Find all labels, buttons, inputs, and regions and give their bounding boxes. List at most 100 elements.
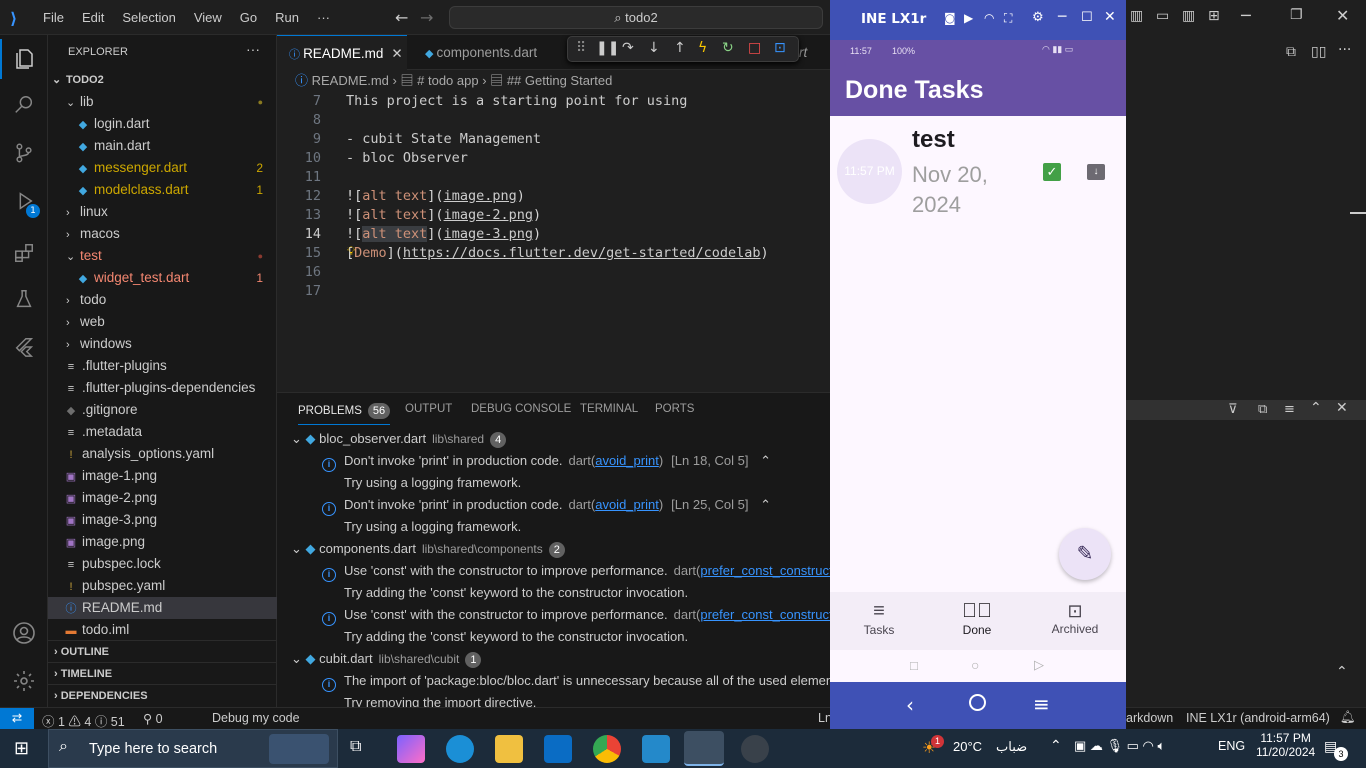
hot-reload-icon[interactable]: ϟ bbox=[698, 40, 707, 56]
problem-row[interactable]: i Use 'const' with the constructor to imp… bbox=[277, 604, 830, 626]
tree-item[interactable]: ≡ .flutter-plugins bbox=[48, 355, 277, 377]
menu-edit[interactable]: Edit bbox=[73, 10, 113, 25]
close-window-icon[interactable]: ✕ bbox=[1336, 6, 1349, 25]
explorer-icon[interactable] bbox=[0, 39, 48, 79]
headset-icon[interactable]: ◠ bbox=[984, 11, 994, 25]
weather-text[interactable]: ضباب bbox=[996, 739, 1027, 755]
tree-item[interactable]: › windows bbox=[48, 333, 277, 355]
settings-gear-icon[interactable]: ⚙ bbox=[1032, 10, 1044, 25]
tree-item[interactable]: › todo bbox=[48, 289, 277, 311]
customize-layout-icon[interactable]: ⊞ bbox=[1208, 8, 1220, 24]
ports-status[interactable]: ⚲ 0 bbox=[143, 711, 163, 726]
chevron-up-icon[interactable]: ⌃ bbox=[757, 453, 771, 468]
edit-fab[interactable]: ✎ bbox=[1059, 528, 1111, 580]
account-icon[interactable] bbox=[0, 613, 48, 653]
close-panel-icon[interactable]: ✕ bbox=[1336, 400, 1348, 416]
section-outline[interactable]: › OUTLINE bbox=[48, 640, 277, 662]
menu-more[interactable]: ··· bbox=[308, 10, 339, 25]
tab-debug-console[interactable]: DEBUG CONSOLE bbox=[471, 403, 571, 415]
app-icon[interactable] bbox=[741, 735, 769, 763]
code-editor[interactable]: 7 This project is a starting point for us… bbox=[277, 92, 830, 392]
problem-group[interactable]: ⌄ ◆ cubit.dart lib\shared\cubit 1 bbox=[277, 648, 830, 670]
code-line[interactable]: [Demo](https://docs.flutter.dev/get-star… bbox=[346, 244, 769, 263]
inspect-icon[interactable]: ⊡ bbox=[774, 40, 786, 56]
tree-item[interactable]: ◆ .gitignore bbox=[48, 399, 277, 421]
tree-item[interactable]: ! analysis_options.yaml bbox=[48, 443, 277, 465]
tab-ports[interactable]: PORTS bbox=[655, 403, 694, 415]
check-done-icon[interactable]: ✓ bbox=[1043, 163, 1061, 181]
command-center-search[interactable]: ⌕ todo2 bbox=[449, 6, 823, 29]
weather-temp[interactable]: 20°C bbox=[953, 739, 982, 754]
step-over-icon[interactable]: ↷ bbox=[622, 40, 634, 56]
tab-problems[interactable]: PROBLEMS 56 bbox=[298, 403, 391, 425]
problem-row[interactable]: i Don't invoke 'print' in production code… bbox=[277, 494, 830, 516]
tree-item[interactable]: › web bbox=[48, 311, 277, 333]
stop-icon[interactable]: □ bbox=[748, 40, 761, 56]
tab-output[interactable]: OUTPUT bbox=[405, 403, 452, 415]
fullscreen-icon[interactable]: ⛶ bbox=[1004, 11, 1012, 26]
section-dependencies[interactable]: › DEPENDENCIES bbox=[48, 684, 277, 706]
tab-readme[interactable]: ⓘ README.md ✕ bbox=[277, 35, 407, 70]
code-line[interactable]: ![alt text](image.png) bbox=[346, 187, 525, 206]
home-circle-icon[interactable] bbox=[969, 694, 986, 711]
tab-terminal[interactable]: TERMINAL bbox=[580, 403, 638, 415]
copilot-icon[interactable] bbox=[397, 735, 425, 763]
tree-item[interactable]: ▣ image-1.png bbox=[48, 465, 277, 487]
tree-item[interactable]: ◆ modelclass.dart 1 bbox=[48, 179, 277, 201]
file-explorer-icon[interactable] bbox=[495, 735, 523, 763]
code-line[interactable]: ![alt text](image-2.png) bbox=[346, 206, 541, 225]
tray-icons[interactable]: ▣ ☁ 🎙︎ ▭ ◠ 🔈︎ bbox=[1074, 738, 1165, 754]
menu-view[interactable]: View bbox=[185, 10, 231, 25]
layout-secondary-icon[interactable]: ▥ bbox=[1182, 8, 1195, 24]
back-arrow-icon[interactable]: ← bbox=[395, 8, 408, 27]
clock[interactable]: 11:57 PM 11/20/2024 bbox=[1256, 731, 1315, 759]
minimize-icon[interactable]: ─ bbox=[1241, 6, 1251, 25]
forward-arrow-icon[interactable]: → bbox=[420, 8, 433, 27]
tree-item[interactable]: ⌄ lib ● bbox=[48, 91, 277, 113]
problem-group[interactable]: ⌄ ◆ components.dart lib\shared\components… bbox=[277, 538, 830, 560]
tree-item[interactable]: ◆ main.dart bbox=[48, 135, 277, 157]
problems-status[interactable]: ⓧ 1 ⚠ 4 ⓘ 51 bbox=[42, 711, 125, 730]
tree-item[interactable]: › linux bbox=[48, 201, 277, 223]
nav-archived[interactable]: ⊡ Archived bbox=[1026, 592, 1124, 636]
code-line[interactable]: - cubit State Management bbox=[346, 130, 541, 149]
rule-link[interactable]: prefer_const_construct bbox=[700, 563, 830, 578]
debug-config-status[interactable]: Debug my code bbox=[212, 711, 300, 725]
menu-file[interactable]: File bbox=[34, 10, 73, 25]
code-line[interactable]: - bloc Observer bbox=[346, 149, 468, 168]
rule-link[interactable]: avoid_print bbox=[595, 497, 659, 512]
step-into-icon[interactable]: ↓ bbox=[648, 40, 660, 56]
notifications-icon[interactable]: 🔔︎ bbox=[1340, 710, 1356, 725]
chevron-up-icon[interactable]: ⌃ bbox=[1336, 664, 1348, 680]
close-icon[interactable]: ✕ bbox=[391, 46, 402, 61]
tree-item[interactable]: ▣ image-3.png bbox=[48, 509, 277, 531]
minimize-icon[interactable]: ─ bbox=[1058, 9, 1066, 25]
tree-item[interactable]: ≡ .metadata bbox=[48, 421, 277, 443]
flutter-icon[interactable] bbox=[0, 327, 48, 367]
language-mode-status[interactable]: arkdown bbox=[1126, 711, 1173, 725]
problem-row[interactable]: i The import of 'package:bloc/bloc.dart' … bbox=[277, 670, 830, 692]
tree-item[interactable]: ◆ messenger.dart 2 bbox=[48, 157, 277, 179]
tree-item[interactable]: ≡ pubspec.lock bbox=[48, 553, 277, 575]
maximize-panel-icon[interactable]: ⌃ bbox=[1310, 400, 1322, 416]
back-icon[interactable]: ▷ bbox=[1034, 657, 1044, 673]
layout-panel-icon[interactable]: ▭ bbox=[1156, 8, 1169, 24]
drag-handle-icon[interactable]: ⠿ bbox=[576, 40, 586, 56]
taskbar-search[interactable]: ⌕ Type here to search bbox=[48, 729, 338, 768]
camera-icon[interactable]: ◙ bbox=[944, 11, 956, 25]
run-debug-icon[interactable]: 1 bbox=[0, 181, 48, 221]
nav-tasks[interactable]: ≡ Tasks bbox=[830, 592, 928, 637]
home-icon[interactable]: ○ bbox=[971, 657, 979, 673]
problem-hint[interactable]: Try adding the 'const' keyword to the co… bbox=[277, 626, 830, 648]
video-icon[interactable]: ▶ bbox=[964, 11, 973, 25]
menu-run[interactable]: Run bbox=[266, 10, 308, 25]
input-language[interactable]: ENG bbox=[1218, 739, 1245, 753]
problem-hint[interactable]: Try adding the 'const' keyword to the co… bbox=[277, 582, 830, 604]
tree-item[interactable]: ▣ image-2.png bbox=[48, 487, 277, 509]
code-line[interactable]: This project is a starting point for usi… bbox=[346, 92, 687, 111]
view-as-list-icon[interactable]: ≡ bbox=[1284, 402, 1295, 417]
lightbulb-icon[interactable]: 💡︎ bbox=[347, 244, 355, 259]
restart-icon[interactable]: ↻ bbox=[722, 40, 734, 56]
overview-menu-icon[interactable]: ≡ bbox=[1033, 692, 1050, 716]
tree-item[interactable]: › macos bbox=[48, 223, 277, 245]
